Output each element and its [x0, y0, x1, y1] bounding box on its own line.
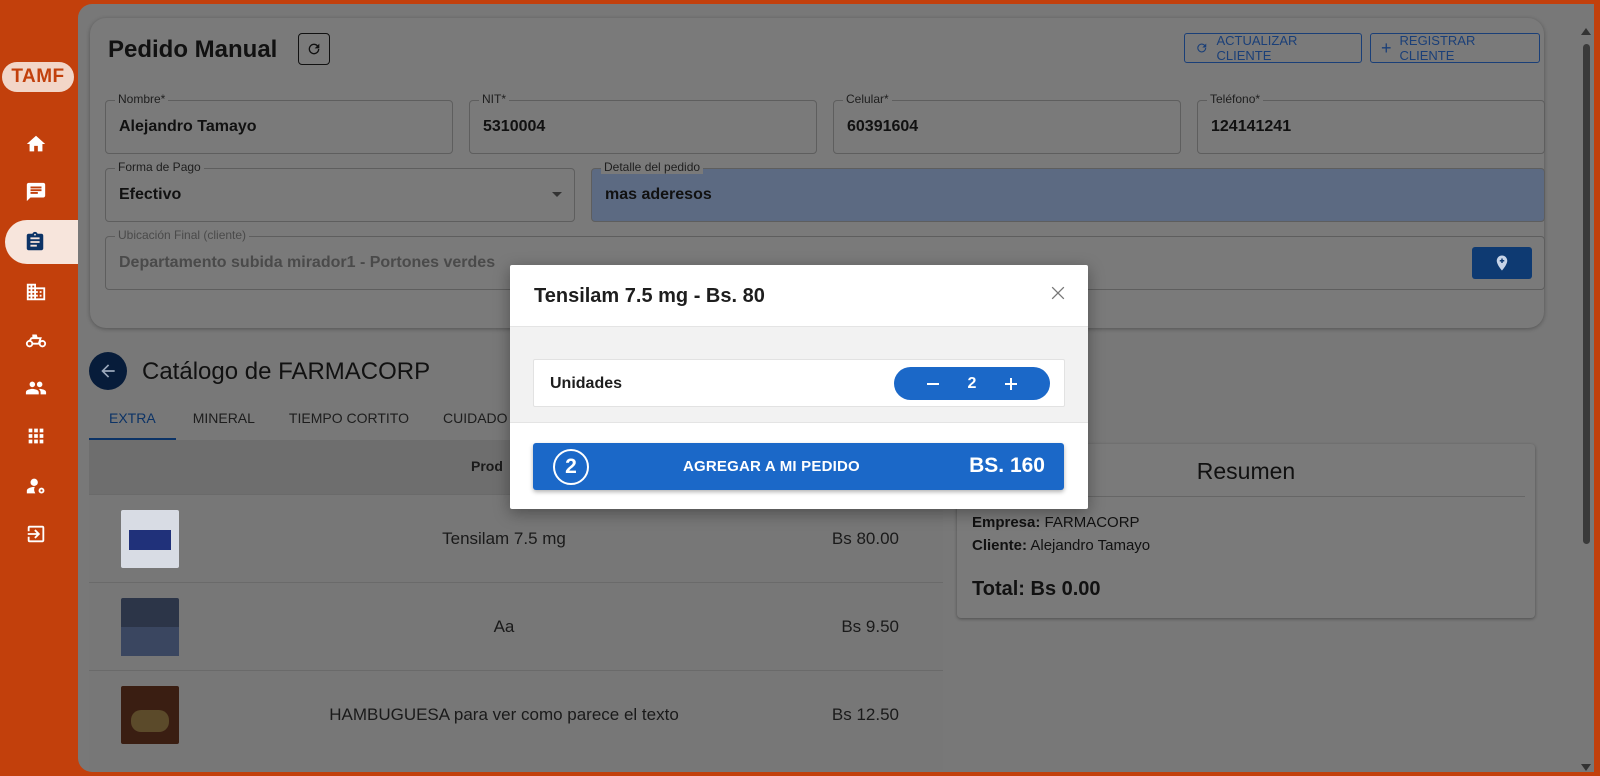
nombre-field[interactable]: Nombre* Alejandro Tamayo — [105, 92, 453, 154]
tab-extra[interactable]: EXTRA — [89, 400, 176, 440]
table-row[interactable]: Aa Bs 9.50 — [89, 582, 943, 670]
summary-total: Total: Bs 0.00 — [972, 578, 1101, 600]
celular-field[interactable]: Celular* 60391604 — [833, 92, 1181, 154]
modal-body: Unidades 2 — [510, 327, 1088, 423]
empresa-value: FARMACORP — [1044, 514, 1140, 531]
field-value: 60391604 — [847, 118, 919, 135]
item-count-badge: 2 — [553, 449, 589, 485]
product-name: Aa — [493, 617, 515, 636]
scroll-up-arrow[interactable] — [1581, 28, 1591, 35]
field-label: Detalle del pedido — [601, 160, 704, 174]
close-button[interactable] — [1048, 283, 1068, 303]
summary-empresa: Empresa: FARMACORP — [972, 514, 1140, 531]
category-tabs: EXTRA MINERAL TIEMPO CORTITO CUIDADO — [89, 400, 525, 440]
add-to-order-button[interactable]: 2 AGREGAR A MI PEDIDO BS. 160 — [533, 443, 1064, 490]
page-title: Pedido Manual — [108, 36, 278, 63]
field-value: Alejandro Tamayo — [119, 118, 257, 135]
minus-icon — [927, 382, 939, 385]
refresh-icon — [308, 43, 320, 55]
decrement-button[interactable] — [924, 375, 942, 393]
field-label: Teléfono* — [1207, 92, 1264, 106]
modal-title: Tensilam 7.5 mg - Bs. 80 — [534, 285, 765, 307]
plus-icon: + — [1381, 38, 1392, 58]
field-label: Celular* — [843, 92, 892, 106]
product-name: HAMBUGUESA para ver como parece el texto — [329, 705, 679, 724]
scroll-down-arrow[interactable] — [1581, 764, 1591, 771]
user-settings-icon[interactable] — [16, 466, 56, 506]
field-label: Forma de Pago — [115, 160, 204, 174]
forma-pago-select[interactable]: Forma de Pago Efectivo — [105, 160, 575, 222]
quantity-stepper: 2 — [894, 367, 1050, 400]
tab-tiempo-cortito[interactable]: TIEMPO CORTITO — [272, 400, 426, 440]
register-client-label: REGISTRAR CLIENTE — [1399, 33, 1476, 63]
telefono-field[interactable]: Teléfono* 124141241 — [1197, 92, 1545, 154]
app-logo: TAMF — [2, 62, 74, 92]
map-location-button[interactable] — [1472, 247, 1532, 279]
plus-icon — [1005, 377, 1017, 390]
add-to-order-label: AGREGAR A MI PEDIDO — [683, 458, 860, 475]
column-header-product: Prod — [471, 458, 503, 474]
product-image — [121, 686, 179, 744]
cliente-value: Alejandro Tamayo — [1030, 537, 1151, 554]
update-client-button[interactable]: ACTUALIZAR CLIENTE — [1184, 33, 1362, 63]
table-row[interactable]: HAMBUGUESA para ver como parece el texto… — [89, 670, 943, 758]
field-value: Departamento subida mirador1 - Portones … — [119, 254, 496, 271]
update-client-label: ACTUALIZAR CLIENTE — [1216, 33, 1298, 63]
back-button[interactable] — [89, 352, 127, 390]
product-price: Bs 12.50 — [831, 705, 899, 724]
page-scrollbar[interactable] — [1580, 22, 1592, 771]
field-value: 5310004 — [483, 118, 546, 135]
home-icon[interactable] — [16, 124, 56, 164]
building-icon[interactable] — [16, 272, 56, 312]
apps-grid-icon[interactable] — [16, 416, 56, 456]
arrow-left-icon — [101, 364, 115, 378]
chat-icon[interactable] — [16, 172, 56, 212]
refresh-icon — [1197, 43, 1207, 53]
field-value: Efectivo — [119, 186, 182, 203]
scroll-thumb[interactable] — [1583, 44, 1590, 544]
empresa-label: Empresa: — [972, 514, 1041, 531]
product-price: Bs 9.50 — [841, 617, 899, 636]
nit-field[interactable]: NIT* 5310004 — [469, 92, 817, 154]
product-price: Bs 80.00 — [831, 529, 899, 548]
motorcycle-icon[interactable] — [16, 320, 56, 360]
field-value: 124141241 — [1211, 118, 1292, 135]
chevron-down-icon — [552, 192, 562, 197]
add-product-modal: Tensilam 7.5 mg - Bs. 80 Unidades 2 2 AG… — [510, 265, 1088, 509]
product-image — [121, 598, 179, 656]
field-label: Nombre* — [115, 92, 169, 106]
increment-button[interactable] — [1002, 375, 1020, 393]
quantity-value: 2 — [967, 374, 977, 392]
clipboard-icon[interactable] — [5, 220, 83, 264]
refresh-button[interactable] — [298, 33, 330, 65]
catalog-title: Catálogo de FARMACORP — [142, 358, 431, 385]
tab-mineral[interactable]: MINERAL — [176, 400, 272, 440]
cliente-label: Cliente: — [972, 537, 1028, 554]
units-label: Unidades — [550, 375, 623, 392]
field-label: NIT* — [479, 92, 509, 106]
sidebar: TAMF — [0, 0, 83, 776]
modal-header: Tensilam 7.5 mg - Bs. 80 — [510, 265, 1088, 327]
close-icon — [1051, 286, 1065, 300]
field-value: mas aderesos — [605, 186, 712, 203]
add-to-order-total: BS. 160 — [969, 454, 1045, 477]
register-client-button[interactable]: + REGISTRAR CLIENTE — [1370, 33, 1540, 63]
product-name: Tensilam 7.5 mg — [442, 529, 566, 548]
field-label: Ubicación Final (cliente) — [115, 228, 250, 242]
detalle-pedido-field[interactable]: Detalle del pedido mas aderesos — [591, 160, 1545, 222]
summary-cliente: Cliente: Alejandro Tamayo — [972, 537, 1150, 554]
product-image — [121, 510, 179, 568]
users-icon[interactable] — [16, 368, 56, 408]
location-pin-icon — [1496, 255, 1508, 271]
units-row: Unidades 2 — [533, 359, 1065, 407]
logout-icon[interactable] — [16, 514, 56, 554]
